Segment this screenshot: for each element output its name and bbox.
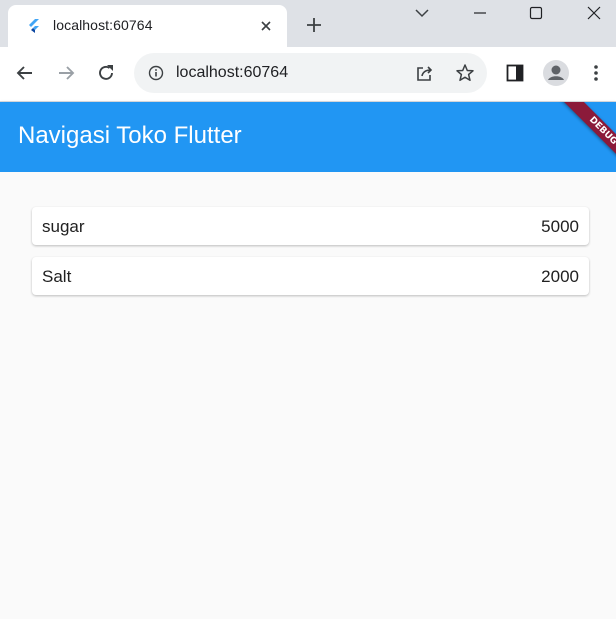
new-tab-icon[interactable] <box>304 15 324 35</box>
flutter-icon <box>26 18 42 34</box>
more-menu-icon[interactable] <box>584 61 608 85</box>
close-tab-icon[interactable] <box>258 18 274 34</box>
page-title: Navigasi Toko Flutter <box>18 122 242 149</box>
address-text: localhost:60764 <box>176 64 289 81</box>
browser-toolbar: localhost:60764 <box>0 47 616 101</box>
back-icon[interactable] <box>13 61 37 85</box>
tab-search-icon[interactable] <box>409 2 435 24</box>
close-window-icon[interactable] <box>581 2 607 24</box>
reload-icon[interactable] <box>94 61 118 85</box>
browser-tab[interactable]: localhost:60764 <box>8 5 287 47</box>
minimize-icon[interactable] <box>467 2 493 24</box>
debug-banner: DEBUG <box>559 102 616 172</box>
item-name: sugar <box>42 217 85 236</box>
site-info-icon[interactable] <box>144 61 168 85</box>
profile-avatar-icon[interactable] <box>542 59 570 87</box>
share-icon[interactable] <box>413 61 437 85</box>
maximize-icon[interactable] <box>523 2 549 24</box>
bookmark-star-icon[interactable] <box>453 61 477 85</box>
tab-title: localhost:60764 <box>53 17 153 33</box>
address-bar[interactable]: localhost:60764 <box>134 53 487 93</box>
list-item[interactable]: Salt 2000 <box>32 257 589 295</box>
item-price: 2000 <box>541 267 579 286</box>
item-price: 5000 <box>541 217 579 236</box>
list-item[interactable]: sugar 5000 <box>32 207 589 245</box>
tab-strip: localhost:60764 <box>0 0 616 47</box>
product-list: sugar 5000 Salt 2000 <box>0 172 616 619</box>
item-name: Salt <box>42 267 72 286</box>
forward-icon[interactable] <box>54 61 78 85</box>
side-panel-icon[interactable] <box>503 61 527 85</box>
app-bar: Navigasi Toko Flutter DEBUG <box>0 102 616 172</box>
